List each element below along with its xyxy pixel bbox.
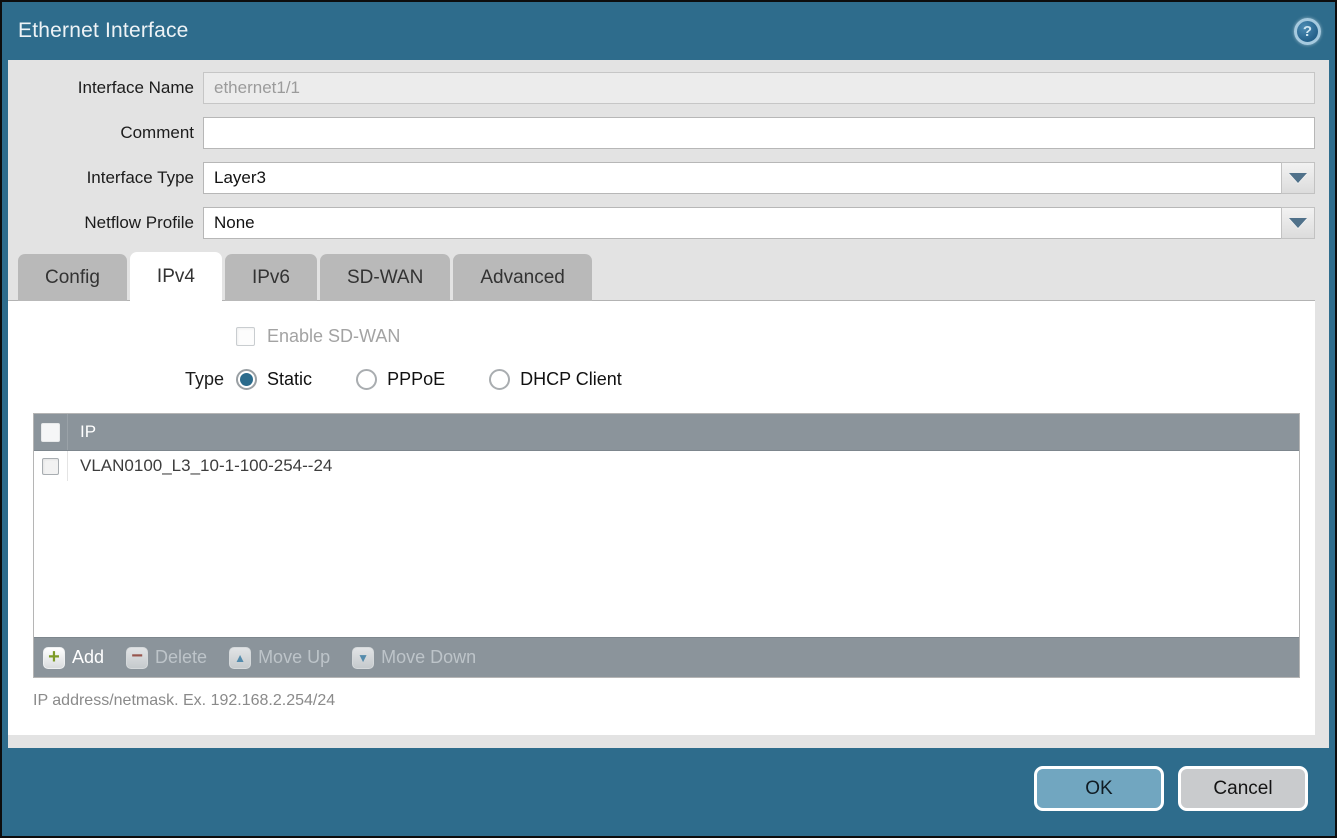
interface-name-label: Interface Name bbox=[8, 78, 203, 98]
tab-ipv6-label: IPv6 bbox=[252, 267, 290, 289]
ip-address-table: IP VLAN0100_L3_10-1-100-254--24 + bbox=[33, 413, 1300, 678]
tab-ipv4-label: IPv4 bbox=[157, 266, 195, 288]
ip-format-hint: IP address/netmask. Ex. 192.168.2.254/24 bbox=[8, 678, 1315, 710]
interface-type-dropdown-button[interactable] bbox=[1281, 162, 1315, 194]
delete-button-label: Delete bbox=[155, 647, 207, 668]
interface-type-label: Interface Type bbox=[8, 168, 203, 188]
type-label: Type bbox=[185, 369, 224, 390]
ip-table-header: IP bbox=[34, 414, 1299, 451]
tab-advanced-label: Advanced bbox=[480, 267, 565, 289]
chevron-down-icon bbox=[1289, 218, 1307, 228]
comment-label: Comment bbox=[8, 123, 203, 143]
radio-dhcp-client-label: DHCP Client bbox=[520, 369, 622, 390]
form-row-netflow-profile: Netflow Profile None bbox=[8, 207, 1315, 239]
netflow-profile-dropdown-button[interactable] bbox=[1281, 207, 1315, 239]
netflow-profile-label: Netflow Profile bbox=[8, 213, 203, 233]
move-up-arrow-icon: ▲ bbox=[229, 647, 251, 669]
help-glyph: ? bbox=[1303, 23, 1312, 40]
tab-config[interactable]: Config bbox=[18, 254, 127, 301]
interface-type-dropdown[interactable]: Layer3 bbox=[203, 162, 1315, 194]
dialog-titlebar: Ethernet Interface ? bbox=[2, 2, 1335, 60]
radio-static-circle bbox=[236, 369, 257, 390]
add-button-label: Add bbox=[72, 647, 104, 668]
radio-pppoe-label: PPPoE bbox=[387, 369, 445, 390]
select-all-cell bbox=[34, 414, 68, 450]
form-row-comment: Comment bbox=[8, 117, 1315, 149]
ip-column-header: IP bbox=[68, 422, 96, 442]
delete-button[interactable]: − Delete bbox=[126, 647, 207, 669]
tab-sdwan[interactable]: SD-WAN bbox=[320, 254, 450, 301]
row-checkbox[interactable] bbox=[42, 458, 59, 475]
ip-table-body: VLAN0100_L3_10-1-100-254--24 bbox=[34, 451, 1299, 637]
ok-button-label: OK bbox=[1085, 778, 1112, 800]
enable-sdwan-label: Enable SD-WAN bbox=[267, 326, 400, 347]
tab-sdwan-label: SD-WAN bbox=[347, 267, 423, 289]
form-row-interface-type: Interface Type Layer3 bbox=[8, 162, 1315, 194]
type-radio-group: Type Static PPPoE DHCP Client bbox=[8, 347, 1315, 390]
form-row-interface-name: Interface Name bbox=[8, 72, 1315, 104]
cancel-button-label: Cancel bbox=[1213, 778, 1272, 800]
move-up-button-label: Move Up bbox=[258, 647, 330, 668]
tab-bar: Config IPv4 IPv6 SD-WAN Advanced bbox=[8, 252, 1315, 301]
chevron-down-icon bbox=[1289, 173, 1307, 183]
interface-type-value: Layer3 bbox=[203, 162, 1281, 194]
netflow-profile-value: None bbox=[203, 207, 1281, 239]
enable-sdwan-checkbox bbox=[236, 327, 255, 346]
cancel-button[interactable]: Cancel bbox=[1178, 766, 1308, 811]
move-down-button[interactable]: ▼ Move Down bbox=[352, 647, 476, 669]
help-icon[interactable]: ? bbox=[1294, 18, 1321, 45]
tab-ipv6[interactable]: IPv6 bbox=[225, 254, 317, 301]
add-button[interactable]: + Add bbox=[43, 647, 104, 669]
comment-input[interactable] bbox=[203, 117, 1315, 149]
tab-config-label: Config bbox=[45, 267, 100, 289]
move-down-button-label: Move Down bbox=[381, 647, 476, 668]
dialog-body: Interface Name Comment Interface Type La… bbox=[8, 60, 1329, 748]
ipv4-tab-panel: Enable SD-WAN Type Static PPPoE DHCP Cli… bbox=[8, 300, 1315, 735]
tab-ipv4[interactable]: IPv4 bbox=[130, 252, 222, 301]
ip-table-toolbar: + Add − Delete ▲ Move Up bbox=[34, 637, 1299, 677]
netflow-profile-dropdown[interactable]: None bbox=[203, 207, 1315, 239]
interface-name-input bbox=[203, 72, 1315, 104]
row-checkbox-cell bbox=[34, 451, 68, 481]
tab-advanced[interactable]: Advanced bbox=[453, 254, 592, 301]
radio-static-label: Static bbox=[267, 369, 312, 390]
add-plus-icon: + bbox=[43, 647, 65, 669]
ip-address-value: VLAN0100_L3_10-1-100-254--24 bbox=[68, 456, 332, 476]
ok-button[interactable]: OK bbox=[1034, 766, 1164, 811]
radio-dhcp-client-circle bbox=[489, 369, 510, 390]
ethernet-interface-dialog: Ethernet Interface ? Interface Name Comm… bbox=[0, 0, 1337, 838]
dialog-footer: OK Cancel bbox=[2, 748, 1335, 836]
move-down-arrow-icon: ▼ bbox=[352, 647, 374, 669]
table-row[interactable]: VLAN0100_L3_10-1-100-254--24 bbox=[34, 451, 1299, 481]
dialog-title: Ethernet Interface bbox=[18, 19, 189, 43]
select-all-checkbox[interactable] bbox=[41, 423, 60, 442]
radio-pppoe-circle bbox=[356, 369, 377, 390]
radio-dhcp-client[interactable]: DHCP Client bbox=[489, 369, 622, 390]
radio-static[interactable]: Static bbox=[236, 369, 312, 390]
radio-pppoe[interactable]: PPPoE bbox=[356, 369, 445, 390]
move-up-button[interactable]: ▲ Move Up bbox=[229, 647, 330, 669]
enable-sdwan-row: Enable SD-WAN bbox=[8, 301, 1315, 347]
delete-minus-icon: − bbox=[126, 647, 148, 669]
